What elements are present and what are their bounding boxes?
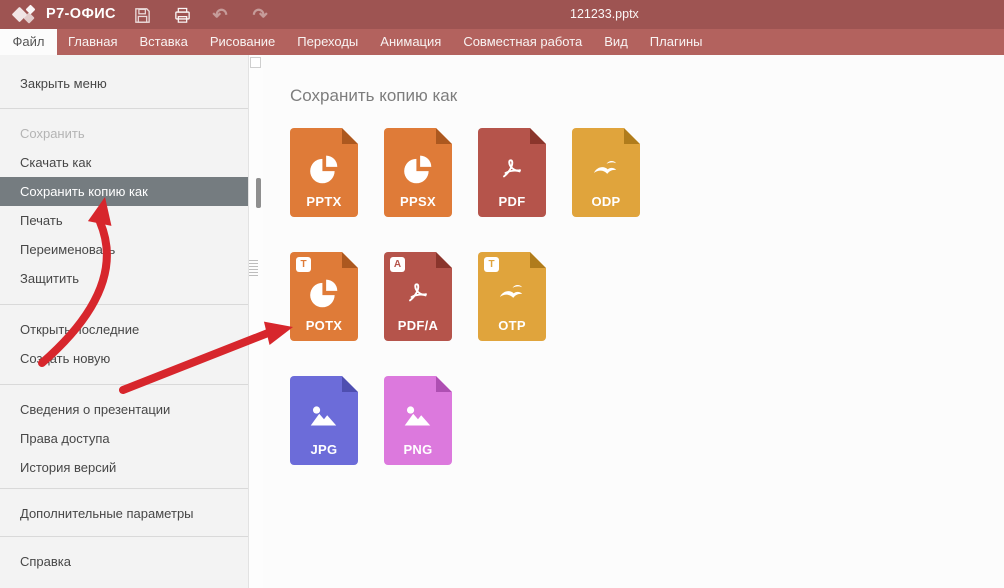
app-logo: Р7-ОФИС: [13, 4, 116, 24]
print-icon: [173, 6, 192, 25]
format-row: PPTX PPSX PDF ODP: [290, 128, 1004, 217]
menu-group: СохранитьСкачать какСохранить копию какП…: [0, 108, 248, 304]
menu-item[interactable]: Печать: [0, 206, 248, 235]
logo-text: Р7-ОФИС: [46, 4, 116, 24]
menu-item[interactable]: Дополнительные параметры: [0, 499, 248, 528]
format-label: PPSX: [384, 194, 452, 209]
tab-bar: ФайлГлавнаяВставкаРисованиеПереходыАнима…: [0, 29, 1004, 55]
format-label: ODP: [572, 194, 640, 209]
menu-item[interactable]: Создать новую: [0, 344, 248, 373]
pie-chart-icon: [307, 153, 341, 187]
folded-corner: [624, 128, 640, 144]
format-tile-otp[interactable]: T OTP: [478, 252, 546, 341]
panel-resizer-grip[interactable]: [249, 260, 258, 276]
menu-item[interactable]: Права доступа: [0, 424, 248, 453]
document-title: 121233.pptx: [570, 7, 639, 21]
tab[interactable]: Переходы: [286, 29, 369, 55]
folded-corner: [436, 376, 452, 392]
tab-file-active[interactable]: Файл: [0, 29, 57, 55]
undo-button[interactable]: ↶: [209, 4, 231, 26]
menu-item[interactable]: Закрыть меню: [0, 69, 248, 98]
menu-group: Открыть последниеСоздать новую: [0, 304, 248, 384]
format-label: JPG: [290, 442, 358, 457]
folded-corner: [436, 128, 452, 144]
file-menu-panel: Закрыть меню СохранитьСкачать какСохранит…: [0, 55, 248, 588]
menu-group: Дополнительные параметры: [0, 488, 248, 536]
undo-icon: ↶: [212, 5, 227, 25]
acrobat-icon: [401, 277, 435, 311]
format-label: OTP: [478, 318, 546, 333]
menu-item[interactable]: История версий: [0, 453, 248, 482]
format-tile-pptx[interactable]: PPTX: [290, 128, 358, 217]
format-tile-odp[interactable]: ODP: [572, 128, 640, 217]
image-icon: [307, 401, 341, 435]
top-bar: Р7-ОФИС ↶ ↷ 121233.pptx: [0, 0, 1004, 29]
redo-icon: ↷: [252, 5, 267, 25]
tab[interactable]: Вставка: [128, 29, 198, 55]
redo-button[interactable]: ↷: [249, 4, 271, 26]
format-tile-pdf-a[interactable]: A PDF/A: [384, 252, 452, 341]
menu-item[interactable]: Справка: [0, 547, 248, 576]
template-badge: T: [484, 257, 499, 272]
gulls-icon: [589, 153, 623, 187]
menu-item[interactable]: Скачать как: [0, 148, 248, 177]
scrollbar-top-cap: [250, 57, 261, 68]
r7-office-logo-icon: [13, 4, 39, 24]
save-copy-panel: Сохранить копию как PPTX PPSX PDF ODP T POTX A…: [263, 55, 1004, 588]
page-title: Сохранить копию как: [290, 86, 1004, 106]
format-row: T POTX A PDF/A T OTP: [290, 252, 1004, 341]
format-label: POTX: [290, 318, 358, 333]
tab[interactable]: Совместная работа: [452, 29, 593, 55]
template-badge: T: [296, 257, 311, 272]
template-badge: A: [390, 257, 405, 272]
gulls-icon: [495, 277, 529, 311]
save-button[interactable]: [131, 4, 153, 26]
scrollbar-track[interactable]: [248, 55, 264, 588]
format-label: PDF/A: [384, 318, 452, 333]
format-tile-potx[interactable]: T POTX: [290, 252, 358, 341]
menu-item[interactable]: Защитить: [0, 264, 248, 293]
format-tile-pdf[interactable]: PDF: [478, 128, 546, 217]
menu-item: Сохранить: [0, 119, 248, 148]
format-row: JPG PNG: [290, 376, 1004, 465]
folded-corner: [436, 252, 452, 268]
format-label: PPTX: [290, 194, 358, 209]
pie-chart-icon: [307, 277, 341, 311]
menu-item[interactable]: Сведения о презентации: [0, 395, 248, 424]
scrollbar-thumb[interactable]: [256, 178, 261, 208]
menu-item[interactable]: Открыть последние: [0, 315, 248, 344]
folded-corner: [342, 252, 358, 268]
format-tile-png[interactable]: PNG: [384, 376, 452, 465]
folded-corner: [342, 376, 358, 392]
folded-corner: [530, 128, 546, 144]
folded-corner: [342, 128, 358, 144]
tab[interactable]: Плагины: [639, 29, 714, 55]
presentation-editor-window: Р7-ОФИС ↶ ↷ 121233.pptx ФайлГлавнаяВстав…: [0, 0, 1004, 588]
acrobat-icon: [495, 153, 529, 187]
format-label: PNG: [384, 442, 452, 457]
format-label: PDF: [478, 194, 546, 209]
print-button[interactable]: [171, 4, 193, 26]
format-grid: PPTX PPSX PDF ODP T POTX A PDF/A T OTP JPG PNG: [290, 128, 1004, 465]
save-icon: [133, 6, 152, 25]
menu-group: Справка: [0, 536, 248, 587]
tab[interactable]: Вид: [593, 29, 639, 55]
pie-chart-icon: [401, 153, 435, 187]
tab[interactable]: Анимация: [369, 29, 452, 55]
menu-item[interactable]: Сохранить копию как: [0, 177, 248, 206]
menu-group: Закрыть меню: [0, 55, 248, 108]
tab[interactable]: Главная: [57, 29, 128, 55]
tab[interactable]: Рисование: [199, 29, 286, 55]
image-icon: [401, 401, 435, 435]
menu-group: Сведения о презентацииПрава доступаИстор…: [0, 384, 248, 488]
format-tile-jpg[interactable]: JPG: [290, 376, 358, 465]
menu-item[interactable]: Переименовать: [0, 235, 248, 264]
file-menu-screen: Закрыть менюСохранитьСкачать какСохранит…: [0, 55, 1004, 588]
folded-corner: [530, 252, 546, 268]
format-tile-ppsx[interactable]: PPSX: [384, 128, 452, 217]
